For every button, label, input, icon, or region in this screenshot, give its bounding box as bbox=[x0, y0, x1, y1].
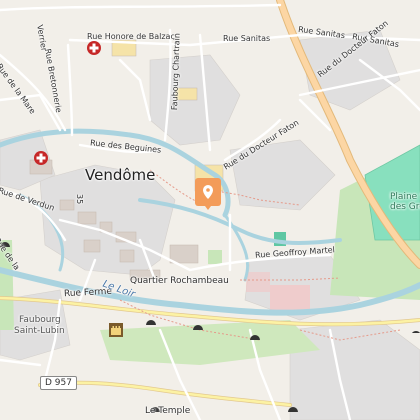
map-base bbox=[0, 0, 420, 420]
castle-icon[interactable] bbox=[109, 323, 123, 337]
label-plaine-sports: Plaine Sports des Gros Pré bbox=[390, 192, 420, 212]
hospital-icon[interactable] bbox=[86, 40, 102, 56]
label-vendome: Vendôme bbox=[85, 166, 156, 184]
label-ave-35: 35 bbox=[75, 194, 84, 205]
label-faubourg-saint-lubin-2: Saint-Lubin bbox=[14, 326, 65, 336]
label-rue-sanitas: Rue Sanitas bbox=[223, 34, 271, 43]
map-view[interactable]: Rue Honore de Balzac Rue Sanitas Rue San… bbox=[0, 0, 420, 420]
road-shield-d957: D 957 bbox=[40, 376, 77, 390]
hospital-icon[interactable] bbox=[33, 150, 49, 166]
label-le-temple: Le Temple bbox=[145, 406, 191, 416]
location-pin-icon[interactable] bbox=[195, 178, 221, 210]
label-quartier-rochambeau: Quartier Rochambeau bbox=[130, 276, 229, 286]
military-zone bbox=[270, 285, 310, 313]
